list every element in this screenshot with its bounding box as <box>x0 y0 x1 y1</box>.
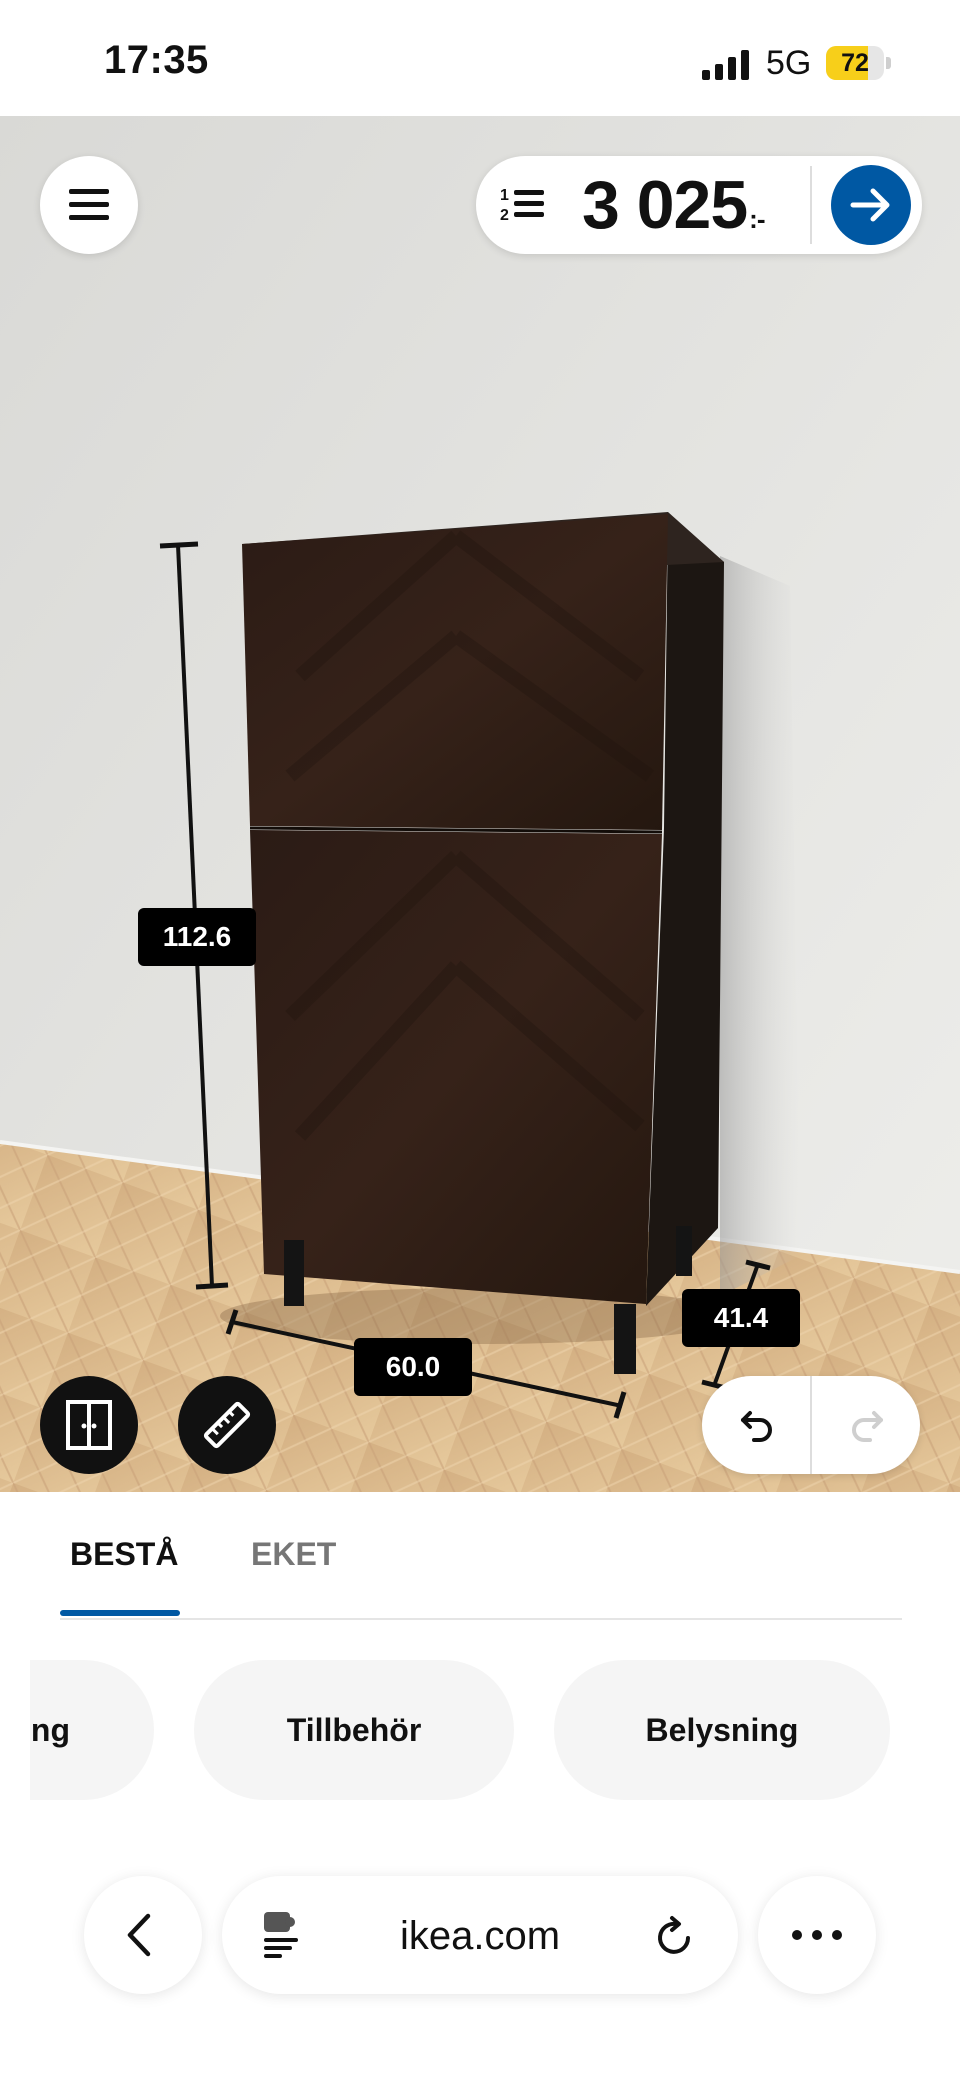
back-button[interactable] <box>84 1876 202 1994</box>
category-chips: ng Tillbehör Belysning <box>30 1660 930 1800</box>
chip-tillbehor[interactable]: Tillbehör <box>194 1660 514 1800</box>
more-dots-icon <box>792 1930 842 1940</box>
more-options-button[interactable] <box>758 1876 876 1994</box>
reload-icon[interactable] <box>654 1914 696 1958</box>
ruler-icon <box>203 1401 251 1449</box>
menu-button[interactable] <box>40 156 138 254</box>
signal-strength-icon <box>702 50 749 80</box>
product-tabs: BESTÅ EKET <box>60 1492 902 1620</box>
chip-category-partial[interactable]: ng <box>30 1660 154 1800</box>
active-tab-indicator <box>60 1610 180 1616</box>
redo-icon <box>852 1411 883 1442</box>
undo-redo-control <box>702 1376 920 1474</box>
go-to-cart-button[interactable] <box>831 165 911 245</box>
toggle-doors-button[interactable] <box>40 1376 138 1474</box>
width-dimension-label: 60.0 <box>354 1338 472 1396</box>
battery-percent: 72 <box>841 49 869 77</box>
undo-icon <box>741 1411 772 1442</box>
chevron-left-icon <box>127 1913 151 1957</box>
double-door-icon <box>66 1400 112 1450</box>
price-amount: 3 025 <box>582 167 748 243</box>
battery-icon: 72 <box>826 46 892 80</box>
hamburger-menu-icon <box>69 189 109 220</box>
tab-eket[interactable]: EKET <box>251 1536 336 1573</box>
price-summary[interactable]: 1 2 3 025:- <box>476 156 922 254</box>
toggle-measurements-button[interactable] <box>178 1376 276 1474</box>
svg-text:2: 2 <box>500 207 509 224</box>
svg-text:1: 1 <box>500 187 509 204</box>
status-time: 17:35 <box>104 38 209 82</box>
browser-toolbar: ikea.com <box>0 1852 960 2078</box>
tab-besta[interactable]: BESTÅ <box>70 1536 178 1573</box>
chip-belysning[interactable]: Belysning <box>554 1660 890 1800</box>
price-suffix: :- <box>749 204 765 234</box>
redo-button[interactable] <box>812 1376 920 1474</box>
depth-dimension-label: 41.4 <box>682 1289 800 1347</box>
undo-button[interactable] <box>702 1376 810 1474</box>
status-bar: 17:35 5G 72 <box>0 0 960 116</box>
arrow-right-icon <box>850 188 890 222</box>
network-type: 5G <box>766 44 812 82</box>
numbered-list-icon: 1 2 <box>500 187 544 224</box>
planner-3d-view[interactable]: 1 2 3 025:- 112.6 60.0 41.4 <box>0 116 960 1492</box>
total-price: 3 025:- <box>582 166 766 244</box>
room-scene <box>0 116 960 1492</box>
height-dimension-label: 112.6 <box>138 908 256 966</box>
address-bar[interactable]: ikea.com <box>222 1876 738 1994</box>
